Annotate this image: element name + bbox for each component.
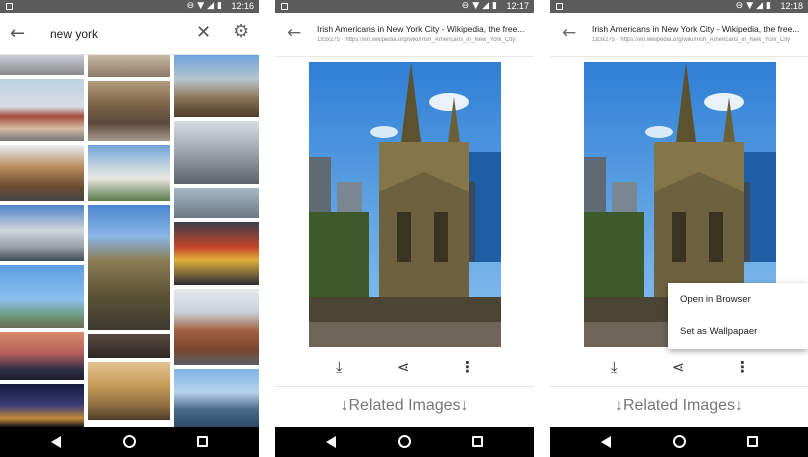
image-actions: ⤓ ⋖ ⋮ xyxy=(275,355,534,381)
nav-recents-icon[interactable] xyxy=(194,434,210,450)
image-title: Irish Americans in New York City - Wikip… xyxy=(592,24,800,34)
arrow-left-icon[interactable]: ← xyxy=(562,23,576,43)
system-nav-bar xyxy=(550,427,808,457)
image-title: Irish Americans in New York City - Wikip… xyxy=(317,24,525,34)
status-bar: ⊖▼◢▮ 12:16 xyxy=(0,0,259,13)
divider xyxy=(275,386,534,387)
nav-home-icon[interactable] xyxy=(671,434,687,450)
nav-back-icon[interactable] xyxy=(323,434,339,450)
image-thumbnail[interactable] xyxy=(174,289,259,365)
menu-item-set-as-wallpaper[interactable]: Set as Wallpapaer xyxy=(680,326,757,337)
more-vert-icon[interactable]: ⋮ xyxy=(735,358,750,376)
image-grid xyxy=(0,55,259,427)
cathedral-image xyxy=(309,62,501,347)
overflow-menu: Open in Browser Set as Wallpapaer xyxy=(668,283,808,349)
arrow-left-icon[interactable]: ← xyxy=(10,23,25,44)
image-thumbnail[interactable] xyxy=(88,81,170,141)
nav-recents-icon[interactable] xyxy=(744,434,760,450)
share-icon[interactable]: ⋖ xyxy=(397,358,410,376)
search-input[interactable]: new york xyxy=(50,27,98,41)
search-bar: ← new york ✕ ⚙ xyxy=(0,13,259,55)
image-thumbnail[interactable] xyxy=(174,222,259,285)
image-thumbnail[interactable] xyxy=(88,362,170,420)
status-bar: ⊖▼◢▮ 12:17 xyxy=(275,0,534,13)
status-time: 12:18 xyxy=(780,1,803,11)
image-thumbnail[interactable] xyxy=(174,369,259,427)
phone-image-detail-menu: ⊖▼◢▮ 12:18 ← Irish Americans in New York… xyxy=(550,0,808,457)
menu-item-open-in-browser[interactable]: Open in Browser xyxy=(680,294,751,305)
image-thumbnail[interactable] xyxy=(0,79,84,141)
download-icon[interactable]: ⤓ xyxy=(336,358,343,376)
system-nav-bar xyxy=(275,427,534,457)
status-icons: ⊖▼◢▮ xyxy=(186,1,225,11)
detail-header: ← Irish Americans in New York City - Wik… xyxy=(550,13,808,57)
image-thumbnail[interactable] xyxy=(88,145,170,201)
image-thumbnail[interactable] xyxy=(174,121,259,184)
nav-home-icon[interactable] xyxy=(121,434,137,450)
image-actions: ⤓ ⋖ ⋮ xyxy=(550,355,808,381)
image-thumbnail[interactable] xyxy=(174,188,259,218)
image-thumbnail[interactable] xyxy=(0,55,84,75)
image-thumbnail[interactable] xyxy=(0,265,84,328)
image-thumbnail[interactable] xyxy=(0,205,84,261)
notification-icon xyxy=(556,3,563,10)
image-thumbnail[interactable] xyxy=(88,55,170,77)
share-icon[interactable]: ⋖ xyxy=(672,358,685,376)
status-bar: ⊖▼◢▮ 12:18 xyxy=(550,0,808,13)
close-icon[interactable]: ✕ xyxy=(196,22,211,43)
image-preview[interactable] xyxy=(309,62,501,347)
divider xyxy=(550,386,808,387)
image-source-url[interactable]: 183x275 · https://en.wikipedia.org/wiki/… xyxy=(592,37,804,43)
notification-icon xyxy=(281,3,288,10)
detail-header: ← Irish Americans in New York City - Wik… xyxy=(275,13,534,57)
image-thumbnail[interactable] xyxy=(0,145,84,201)
status-icons: ⊖▼◢▮ xyxy=(735,1,774,11)
image-thumbnail[interactable] xyxy=(88,334,170,358)
image-thumbnail[interactable] xyxy=(0,332,84,380)
system-nav-bar xyxy=(0,427,259,457)
image-thumbnail[interactable] xyxy=(88,205,170,330)
more-vert-icon[interactable]: ⋮ xyxy=(460,358,475,376)
notification-icon xyxy=(6,3,13,10)
image-thumbnail[interactable] xyxy=(0,384,84,427)
nav-back-icon[interactable] xyxy=(598,434,614,450)
phone-search-results: ⊖▼◢▮ 12:16 ← new york ✕ ⚙ xyxy=(0,0,259,457)
status-time: 12:17 xyxy=(506,1,529,11)
download-icon[interactable]: ⤓ xyxy=(611,358,618,376)
image-source-url[interactable]: 183x275 · https://en.wikipedia.org/wiki/… xyxy=(317,37,530,43)
arrow-left-icon[interactable]: ← xyxy=(287,23,301,43)
phone-image-detail: ⊖▼◢▮ 12:17 ← Irish Americans in New York… xyxy=(275,0,534,457)
nav-home-icon[interactable] xyxy=(396,434,412,450)
related-images-label[interactable]: ↓Related Images↓ xyxy=(550,397,808,415)
gear-icon[interactable]: ⚙ xyxy=(233,21,249,42)
status-icons: ⊖▼◢▮ xyxy=(461,1,500,11)
image-thumbnail[interactable] xyxy=(174,55,259,117)
nav-back-icon[interactable] xyxy=(48,434,64,450)
related-images-label[interactable]: ↓Related Images↓ xyxy=(275,397,534,415)
status-time: 12:16 xyxy=(231,1,254,11)
nav-recents-icon[interactable] xyxy=(469,434,485,450)
